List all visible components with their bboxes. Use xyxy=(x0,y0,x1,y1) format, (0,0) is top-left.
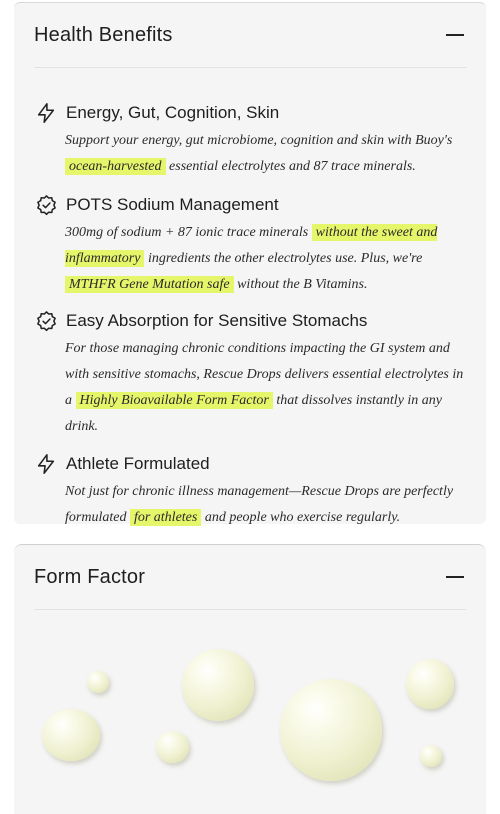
health-benefits-panel: Health Benefits Energy, Gut, Cognition, … xyxy=(14,2,486,526)
health-benefits-title: Health Benefits xyxy=(34,23,173,46)
form-factor-header[interactable]: Form Factor xyxy=(34,545,466,610)
benefit-description: Not just for chronic illness management—… xyxy=(65,484,454,526)
benefit-item-athlete: Athlete Formulated Not just for chronic … xyxy=(34,451,470,531)
benefit-description: 300mg of sodium + 87 ionic trace mineral… xyxy=(65,224,438,293)
benefit-title: Easy Absorption for Sensitive Stomachs xyxy=(66,311,368,330)
badge-check-icon xyxy=(34,309,58,333)
highlight-text: MTHFR Gene Mutation safe xyxy=(65,276,234,293)
benefit-description: For those managing chronic conditions im… xyxy=(65,341,464,434)
liquid-drop xyxy=(420,745,442,767)
liquid-drop xyxy=(182,649,254,721)
liquid-drops-illustration xyxy=(14,609,486,814)
form-factor-title: Form Factor xyxy=(34,565,146,588)
collapse-minus-icon[interactable] xyxy=(444,566,466,588)
lightning-bolt-icon xyxy=(34,452,58,476)
benefit-title: Athlete Formulated xyxy=(66,454,210,473)
liquid-drop xyxy=(406,659,454,709)
liquid-drop xyxy=(156,731,189,763)
lightning-bolt-icon xyxy=(34,101,58,125)
liquid-drop xyxy=(42,709,100,761)
benefit-item-energy: Energy, Gut, Cognition, Skin Support you… xyxy=(34,100,470,180)
benefit-title: Energy, Gut, Cognition, Skin xyxy=(66,103,280,122)
highlight-text: ocean-harvested xyxy=(65,158,166,175)
benefit-description: Support your energy, gut microbiome, cog… xyxy=(65,133,453,175)
collapse-minus-icon[interactable] xyxy=(444,24,466,46)
highlight-text: Highly Bioavailable Form Factor xyxy=(75,392,273,409)
highlight-text: for athletes xyxy=(129,509,202,526)
benefit-item-absorption: Easy Absorption for Sensitive Stomachs F… xyxy=(34,308,470,440)
form-factor-panel: Form Factor xyxy=(14,544,486,814)
liquid-drop xyxy=(87,671,109,693)
benefit-title: POTS Sodium Management xyxy=(66,195,279,214)
health-benefits-header[interactable]: Health Benefits xyxy=(34,3,466,68)
badge-check-icon xyxy=(34,193,58,217)
benefit-item-pots: POTS Sodium Management 300mg of sodium +… xyxy=(34,192,470,298)
liquid-drop xyxy=(280,679,382,781)
